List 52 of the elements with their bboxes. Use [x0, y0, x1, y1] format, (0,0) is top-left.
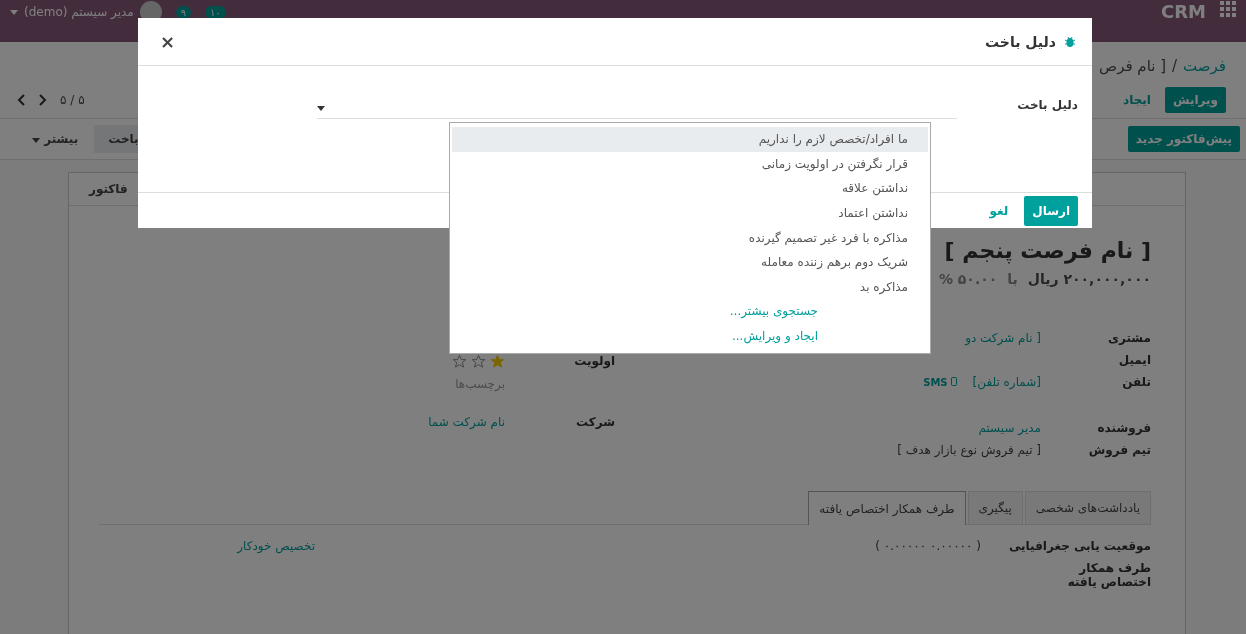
more-dropdown[interactable]: بیشتر — [26, 131, 85, 147]
field-link[interactable]: نام شرکت شما — [99, 415, 505, 429]
bug-icon — [1064, 35, 1076, 48]
field-label: موقعیت یابی جغرافیایی — [1007, 539, 1151, 553]
expected-revenue: ۲۰۰,۰۰۰,۰۰۰ ریال — [1027, 271, 1151, 287]
notebook-tab[interactable]: پیگیری — [967, 491, 1023, 524]
quotation-button[interactable]: پیش‌فاکتور جدید — [1127, 126, 1240, 152]
notification-badge[interactable]: ۹ — [175, 5, 192, 19]
app-name[interactable]: CRM — [1161, 1, 1206, 22]
caret-icon — [317, 105, 326, 111]
notebook-tab[interactable]: طرف همکار اختصاص یافته — [808, 491, 966, 525]
field-label: دلیل باخت — [1017, 98, 1078, 112]
chevron-left-icon[interactable] — [16, 94, 26, 106]
close-button[interactable]: × — [154, 30, 182, 53]
breadcrumb-link[interactable]: فرصت — [1183, 57, 1226, 75]
field-label: فروشنده — [1096, 421, 1151, 435]
star-icon[interactable] — [490, 354, 505, 369]
at-text: با — [1007, 271, 1018, 287]
phone-link[interactable]: [شماره تلفن] — [972, 375, 1041, 389]
cancel-button[interactable]: لغو — [981, 195, 1017, 226]
star-icon[interactable] — [471, 354, 486, 369]
field-label: ایمیل — [1117, 353, 1151, 367]
field-label: شرکت — [575, 415, 615, 429]
submit-button[interactable]: ارسال — [1024, 195, 1078, 226]
apps-menu-icon[interactable] — [1220, 1, 1236, 17]
notification-badge[interactable]: ۱۰ — [205, 5, 226, 19]
pager-count: ۵ / ۵ — [60, 93, 85, 107]
field-value: [ تیم فروش نوع بازار هدف ] — [897, 443, 1041, 457]
star-icon[interactable] — [452, 354, 467, 369]
breadcrumb-separator: / — [1172, 57, 1178, 75]
field-link[interactable]: [ نام شرکت دو — [965, 331, 1041, 345]
breadcrumb-current: [ نام فرص — [1099, 57, 1166, 75]
chevron-right-icon[interactable] — [38, 94, 48, 106]
field-label: اولویت — [573, 354, 615, 369]
sms-link[interactable]: SMS — [923, 377, 948, 388]
dropdown-option[interactable]: ما افراد/تخصص لازم را نداریم — [452, 127, 928, 152]
field-link[interactable]: مدیر سیستم — [978, 421, 1041, 435]
create-button[interactable]: ایجاد — [1115, 87, 1159, 113]
mobile-phone-icon — [950, 377, 957, 386]
opportunity-title: [ نام فرصت پنجم ] — [944, 238, 1151, 263]
auto-assign-link[interactable]: تخصیص خودکار — [99, 539, 455, 553]
caret-icon — [10, 9, 18, 15]
notebook-tab[interactable]: یادداشت‌های شخصی — [1024, 491, 1151, 524]
edit-button[interactable]: ویرایش — [1165, 87, 1226, 113]
dialog-title: دلیل باخت — [985, 33, 1056, 50]
field-value: ( ۰.۰۰۰۰۰ ۰.۰۰۰۰۰ ) — [874, 539, 981, 553]
field-label: طرف همکار اختصاص یافته — [1066, 561, 1151, 589]
field-label: تیم فروش — [1087, 443, 1151, 457]
caret-icon — [32, 138, 40, 143]
probability: ۵۰.۰۰ % — [938, 271, 998, 287]
field-label: تلفن — [1121, 375, 1151, 389]
field-label: مشتری — [1107, 331, 1151, 345]
